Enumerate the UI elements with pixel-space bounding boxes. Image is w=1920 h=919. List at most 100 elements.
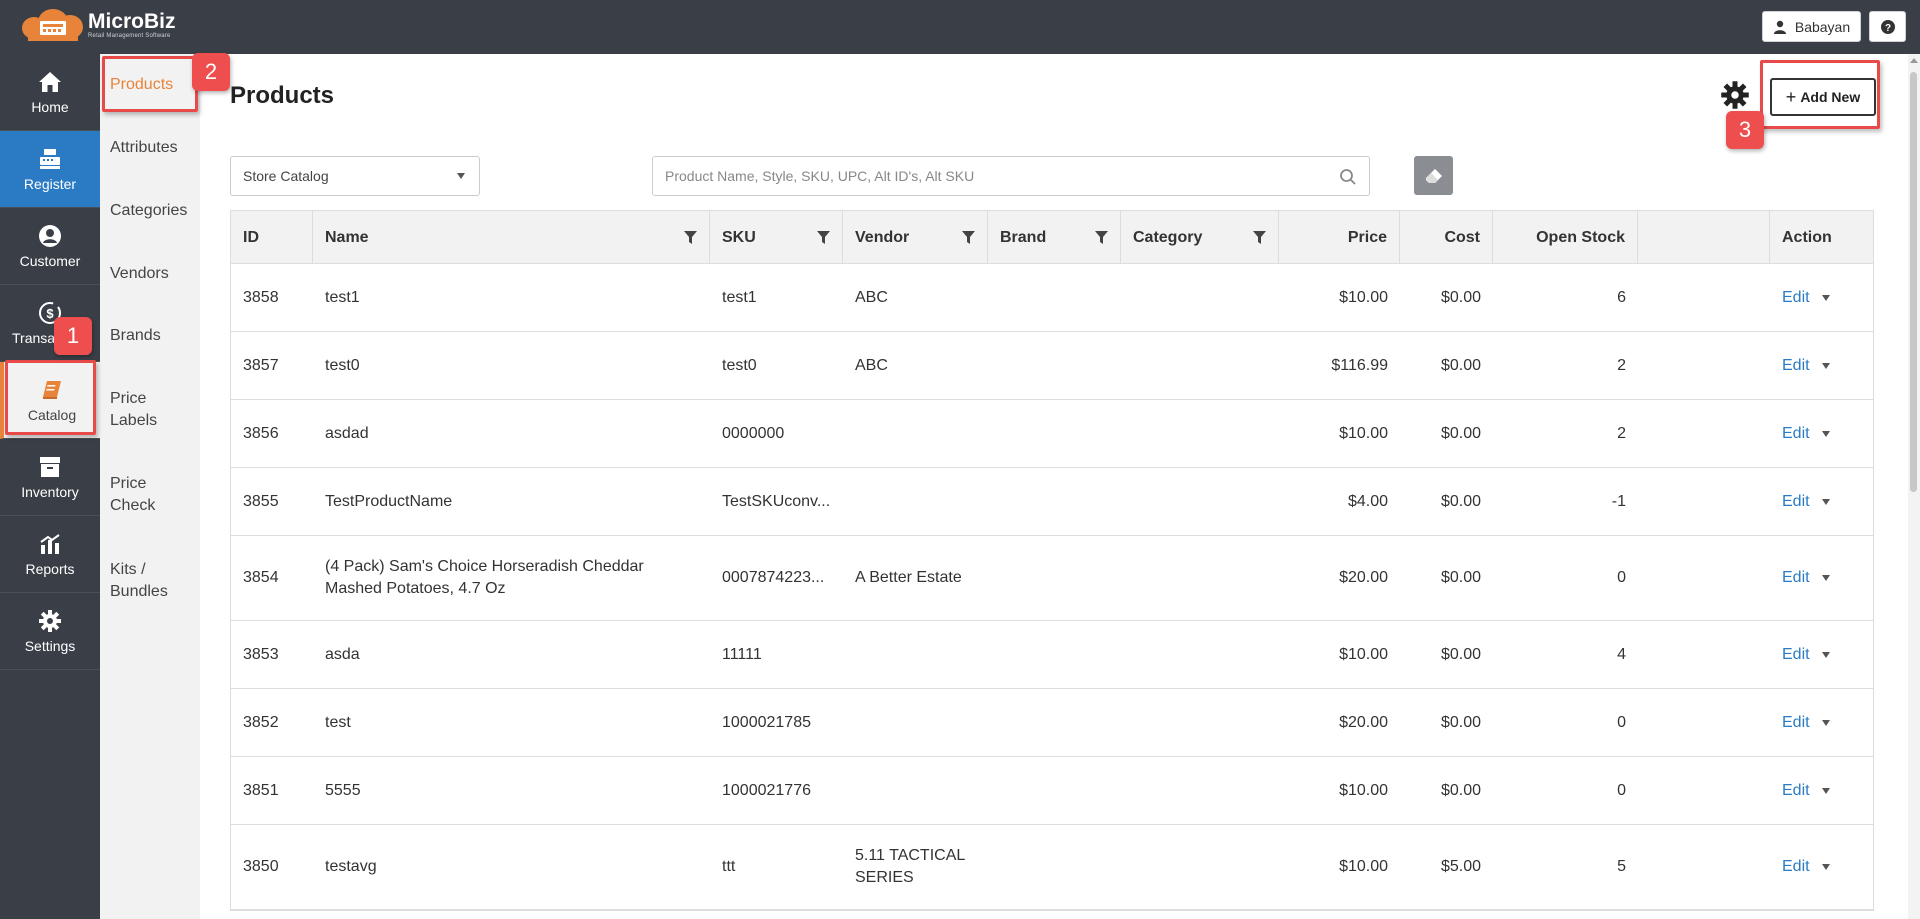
action-dropdown-icon[interactable]: [1821, 498, 1830, 505]
column-header-name[interactable]: Name: [313, 211, 710, 264]
column-header-label: Brand: [1000, 228, 1047, 246]
settings-icon: [37, 608, 63, 634]
column-header-blank[interactable]: [1638, 211, 1770, 264]
cell-id: 3853: [243, 645, 279, 663]
table-row[interactable]: 3854 (4 Pack) Sam's Choice Horseradish Ch…: [231, 536, 1873, 621]
cell-price: $10.00: [1339, 288, 1388, 306]
edit-link[interactable]: Edit: [1782, 569, 1810, 587]
top-bar: MicroBiz Retail Management Software Baba…: [0, 0, 1920, 54]
column-header-brand[interactable]: Brand: [988, 211, 1121, 264]
action-dropdown-icon[interactable]: [1821, 787, 1830, 794]
chevron-down-icon: [457, 173, 465, 179]
nav-register-label: Register: [23, 176, 77, 192]
subnav-price-labels[interactable]: Price Labels: [110, 388, 170, 432]
edit-link[interactable]: Edit: [1782, 782, 1810, 800]
column-header-action[interactable]: Action: [1770, 211, 1875, 264]
inventory-icon: [37, 454, 63, 480]
cell-cost: $0.00: [1440, 424, 1481, 442]
nav-settings-label: Settings: [24, 638, 76, 654]
cell-stock: -1: [1611, 492, 1626, 510]
table-row[interactable]: 3856 asdad 0000000 $10.00 $0.00 2 Edit: [231, 400, 1873, 468]
cell-sku: TestSKUconv...: [722, 492, 831, 510]
cell-action: Edit: [1770, 689, 1875, 756]
subnav-categories[interactable]: Categories: [110, 200, 200, 222]
microbiz-logo[interactable]: MicroBiz Retail Management Software: [22, 8, 176, 42]
user-icon: [1773, 20, 1786, 34]
column-header-vendor[interactable]: Vendor: [843, 211, 988, 264]
column-header-label: Price: [1347, 228, 1387, 246]
nav-home[interactable]: Home: [0, 54, 100, 131]
nav-reports[interactable]: Reports: [0, 516, 100, 593]
edit-link[interactable]: Edit: [1782, 493, 1810, 511]
cell-stock: 6: [1617, 288, 1626, 306]
edit-link[interactable]: Edit: [1782, 646, 1810, 664]
cell-cost: $0.00: [1440, 781, 1481, 799]
cell-name: test: [325, 713, 351, 731]
cell-sku: 1000021776: [722, 781, 811, 799]
edit-link[interactable]: Edit: [1782, 425, 1810, 443]
scroll-up-arrow-icon[interactable]: [1910, 58, 1918, 63]
subnav-attributes[interactable]: Attributes: [110, 137, 200, 159]
table-row[interactable]: 3853 asda 11111 $10.00 $0.00 4 Edit: [231, 621, 1873, 689]
nav-customer[interactable]: Customer: [0, 208, 100, 285]
column-header-sku[interactable]: SKU: [710, 211, 843, 264]
column-header-label: Cost: [1444, 228, 1480, 246]
filter-icon[interactable]: [1253, 231, 1266, 244]
search-input[interactable]: [653, 157, 1313, 195]
nav-register[interactable]: Register: [0, 131, 100, 208]
table-header: ID Name SKU Vendor Brand Category Price Cost Ope…: [231, 211, 1873, 264]
filter-icon[interactable]: [962, 231, 975, 244]
column-header-label: Vendor: [855, 228, 910, 246]
table-row[interactable]: 3852 test 1000021785 $20.00 $0.00 0 Edit: [231, 689, 1873, 757]
action-dropdown-icon[interactable]: [1821, 430, 1830, 437]
action-dropdown-icon[interactable]: [1821, 719, 1830, 726]
column-header-price[interactable]: Price: [1279, 211, 1400, 264]
scrollbar-thumb[interactable]: [1910, 72, 1917, 492]
edit-link[interactable]: Edit: [1782, 357, 1810, 375]
table-row[interactable]: 3851 5555 1000021776 $10.00 $0.00 0 Edit: [231, 757, 1873, 825]
cell-price: $20.00: [1339, 713, 1388, 731]
cell-vendor: [843, 468, 988, 535]
table-row[interactable]: 3855 TestProductName TestSKUconv... $4.00 $0…: [231, 468, 1873, 536]
filter-icon[interactable]: [684, 231, 697, 244]
logo-tagline: Retail Management Software: [88, 32, 171, 39]
help-button[interactable]: ?: [1869, 11, 1906, 42]
cell-action: Edit: [1770, 757, 1875, 824]
action-dropdown-icon[interactable]: [1821, 575, 1830, 581]
nav-inventory[interactable]: Inventory: [0, 439, 100, 516]
table-row[interactable]: 3850 testavg ttt 5.11 TACTICAL SERIES $10.00…: [231, 825, 1873, 910]
filter-icon[interactable]: [817, 231, 830, 244]
search-icon[interactable]: [1339, 168, 1357, 186]
column-header-id[interactable]: ID: [231, 211, 313, 264]
cell-id: 3851: [243, 781, 279, 799]
cell-vendor: [843, 400, 988, 467]
catalog-select[interactable]: Store Catalog: [230, 156, 480, 196]
cell-vendor: [843, 757, 988, 824]
clear-search-button[interactable]: [1414, 156, 1453, 195]
column-header-label: SKU: [722, 228, 756, 246]
subnav-brands[interactable]: Brands: [110, 325, 180, 347]
table-settings-button[interactable]: [1720, 80, 1750, 110]
user-menu-button[interactable]: Babayan: [1762, 11, 1861, 42]
cell-id: 3850: [243, 858, 279, 875]
table-row[interactable]: 3858 test1 test1 ABC $10.00 $0.00 6 Edit: [231, 264, 1873, 332]
nav-settings[interactable]: Settings: [0, 593, 100, 670]
action-dropdown-icon[interactable]: [1821, 362, 1830, 369]
filter-icon[interactable]: [1095, 231, 1108, 244]
edit-link[interactable]: Edit: [1782, 714, 1810, 732]
column-header-cost[interactable]: Cost: [1400, 211, 1493, 264]
edit-link[interactable]: Edit: [1782, 858, 1810, 876]
edit-link[interactable]: Edit: [1782, 289, 1810, 307]
subnav-price-check[interactable]: Price Check: [110, 473, 170, 517]
column-header-category[interactable]: Category: [1121, 211, 1279, 264]
action-dropdown-icon[interactable]: [1821, 294, 1830, 301]
subnav-vendors[interactable]: Vendors: [110, 263, 200, 285]
table-row[interactable]: 3857 test0 test0 ABC $116.99 $0.00 2 Edit: [231, 332, 1873, 400]
column-header-stock[interactable]: Open Stock: [1493, 211, 1638, 264]
cell-cost: $0.00: [1440, 713, 1481, 731]
action-dropdown-icon[interactable]: [1821, 864, 1830, 870]
cell-price: $116.99: [1331, 356, 1388, 374]
nav-reports-label: Reports: [25, 561, 75, 577]
action-dropdown-icon[interactable]: [1821, 651, 1830, 658]
subnav-kits-bundles[interactable]: Kits / Bundles: [110, 559, 180, 603]
